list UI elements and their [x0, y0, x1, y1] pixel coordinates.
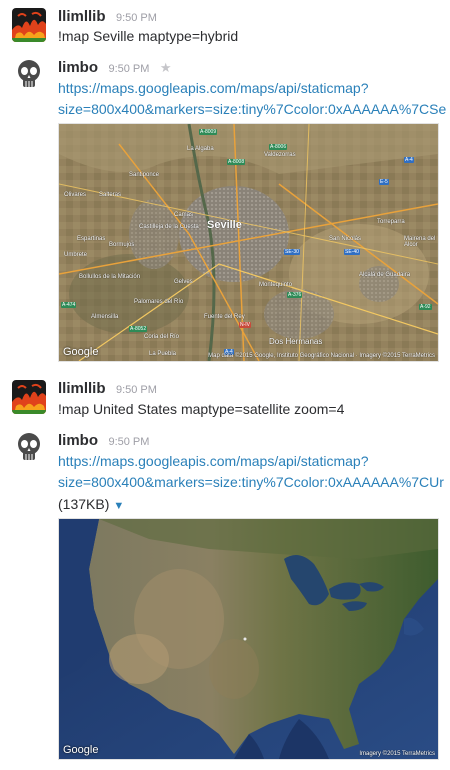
message-3: llimllib 9:50 PM !map United States mapt… [0, 380, 450, 425]
message-text: !map United States maptype=satellite zoo… [58, 401, 345, 417]
map-credits[interactable]: Imagery ©2015 TerraMetrics [359, 751, 435, 757]
skull-icon [12, 57, 46, 91]
url-link-line2[interactable]: size=800x400&markers=size:tiny%7Ccolor:0… [58, 472, 450, 493]
map-label: Olivares [64, 192, 87, 198]
us-satellite-graphic [59, 519, 438, 759]
caret-down-icon[interactable]: ▼ [113, 500, 124, 512]
road-label: A-474 [61, 302, 77, 308]
road-label: N-IV [239, 322, 251, 328]
road-label: SE-30 [284, 249, 300, 255]
message-2: limbo 9:50 PM ★ https://maps.googleapis.… [0, 57, 450, 367]
map-label: Almensilla [91, 314, 119, 320]
road-label: A-8009 [199, 129, 218, 135]
road-label: E-5 [379, 179, 389, 185]
map-label: Salteras [99, 192, 122, 198]
google-logo: Google [63, 346, 99, 358]
message-timestamp[interactable]: 9:50 PM [108, 436, 149, 448]
message-author[interactable]: limbo [58, 59, 98, 76]
skull-icon [12, 430, 46, 464]
map-label: Seville [207, 219, 242, 231]
map-label: Valdezorras [264, 152, 296, 158]
map-label: Castilleja de la Cuesta [139, 224, 199, 230]
map-label: Fuente del Rey [204, 314, 245, 320]
map-label: Bollullos de la Mitación [79, 274, 141, 280]
map-label: Coria del Río [144, 334, 180, 340]
message-1: llimllib 9:50 PM !map Seville maptype=hy… [0, 8, 450, 53]
map-label: Dos Hermanas [269, 337, 323, 346]
map-label: Umbrete [64, 252, 88, 258]
map-label: La Algaba [187, 146, 214, 152]
road-label: A-8006 [269, 144, 288, 150]
map-label: Alcalá de Guadaira [359, 272, 411, 278]
road-label: A-8052 [129, 326, 148, 332]
map-label: Torreparra [377, 219, 405, 225]
message-4: limbo 9:50 PM https://maps.googleapis.co… [0, 430, 450, 765]
map-label: Mairena del Alcor [404, 236, 436, 248]
url-link-line1[interactable]: https://maps.googleapis.com/maps/api/sta… [58, 78, 450, 99]
map-credits[interactable]: Map data ©2015 Google, Instituto Geográf… [208, 353, 435, 359]
message-timestamp[interactable]: 9:50 PM [116, 384, 157, 396]
message-timestamp[interactable]: 9:50 PM [108, 63, 149, 75]
avatar-limbo[interactable] [12, 57, 46, 91]
road-label: A-376 [287, 292, 303, 298]
road-label: A-92 [419, 304, 432, 310]
avatar-limbo[interactable] [12, 430, 46, 464]
road-label: A-4 [404, 157, 414, 163]
file-size: (137KB) [58, 496, 110, 512]
attachment-size-row: (137KB) ▼ [58, 496, 124, 512]
star-icon[interactable]: ★ [160, 60, 172, 75]
map-label: Gelves [174, 279, 193, 285]
map-label: Espartinas [77, 236, 106, 242]
message-author[interactable]: llimllib [58, 8, 106, 25]
map-label: Montequinto [259, 282, 293, 288]
message-author[interactable]: llimllib [58, 380, 106, 397]
message-timestamp[interactable]: 9:50 PM [116, 12, 157, 24]
map-label: Santiponce [129, 172, 160, 178]
url-link-line1[interactable]: https://maps.googleapis.com/maps/api/sta… [58, 451, 450, 472]
google-logo: Google [63, 744, 99, 756]
seville-map-image[interactable]: Seville Valdezorras La Algaba Santiponce… [58, 123, 439, 362]
road-label: SE-40 [344, 249, 360, 255]
map-label: Camas [174, 212, 194, 218]
url-link-line2[interactable]: size=800x400&markers=size:tiny%7Ccolor:0… [58, 99, 450, 120]
map-label: La Puebla [149, 351, 177, 357]
road-label: A-8008 [227, 159, 246, 165]
avatar-llimllib[interactable] [12, 380, 46, 414]
avatar-llimllib[interactable] [12, 8, 46, 42]
map-label: Palomares del Río [134, 299, 184, 305]
map-label: San Nicolás [329, 236, 362, 242]
message-text: !map Seville maptype=hybrid [58, 28, 239, 44]
us-map-image[interactable]: Google Imagery ©2015 TerraMetrics [58, 518, 439, 760]
map-label: Bormujos [109, 242, 135, 248]
message-author[interactable]: limbo [58, 432, 98, 449]
